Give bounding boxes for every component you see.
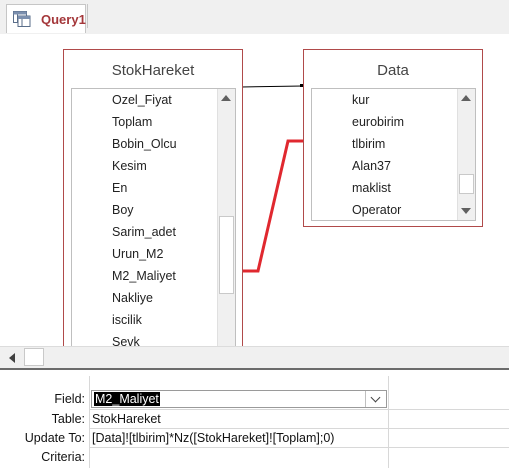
grid-column-divider	[89, 376, 90, 468]
document-tab-strip: Query1	[0, 0, 509, 35]
grid-column-divider	[388, 376, 389, 468]
join-line-thin	[240, 85, 304, 88]
query-icon	[13, 11, 31, 27]
query-design-canvas[interactable]: StokHareket Ozel_Fiyat Toplam Bobin_Olcu…	[0, 34, 509, 346]
vertical-scrollbar[interactable]	[457, 89, 475, 220]
table-cell[interactable]: StokHareket	[92, 410, 161, 428]
pane-splitter[interactable]	[0, 368, 509, 376]
scroll-up-button[interactable]	[458, 89, 475, 107]
tab-label: Query1	[41, 12, 86, 27]
field-item[interactable]: Nakliye	[112, 287, 153, 309]
table-title: Data	[377, 62, 409, 79]
field-item[interactable]: Alan37	[352, 155, 391, 177]
row-label-update-to: Update To:	[24, 431, 85, 445]
chevron-up-icon	[461, 95, 471, 101]
field-item[interactable]: tlbirim	[352, 133, 385, 155]
field-dropdown-value: M2_Maliyet	[94, 392, 160, 406]
vertical-scrollbar[interactable]	[217, 89, 235, 346]
table-stokhareket[interactable]: StokHareket Ozel_Fiyat Toplam Bobin_Olcu…	[63, 49, 243, 346]
horizontal-scrollbar[interactable]	[0, 346, 509, 368]
field-item[interactable]: Ozel_Fiyat	[112, 89, 172, 111]
chevron-left-icon	[9, 353, 15, 363]
update-to-cell[interactable]: [Data]![tlbirim]*Nz([StokHareket]![Topla…	[92, 429, 334, 447]
field-item[interactable]: maklist	[352, 177, 391, 199]
field-dropdown[interactable]: M2_Maliyet	[91, 390, 387, 408]
field-item[interactable]: iscilik	[112, 309, 142, 331]
scroll-thumb[interactable]	[24, 348, 44, 366]
dropdown-button[interactable]	[365, 391, 386, 407]
scroll-up-button[interactable]	[218, 89, 235, 107]
field-item[interactable]: Bobin_Olcu	[112, 133, 177, 155]
chevron-up-icon	[221, 95, 231, 101]
scroll-thumb[interactable]	[219, 216, 234, 294]
chevron-down-icon	[461, 208, 471, 214]
field-list[interactable]: kur eurobirim tlbirim Alan37 maklist Ope…	[311, 88, 476, 221]
field-item[interactable]: Sevk	[112, 331, 140, 346]
field-item[interactable]: Boy	[112, 199, 134, 221]
join-line-update	[235, 139, 304, 273]
table-title: StokHareket	[111, 62, 195, 79]
table-data[interactable]: Data kur eurobirim tlbirim Alan37 maklis…	[303, 49, 483, 227]
tab-query1[interactable]: Query1	[6, 4, 86, 33]
field-item[interactable]: Kesim	[112, 155, 147, 177]
field-item[interactable]: Toplam	[112, 111, 152, 133]
field-item[interactable]: Urun_M2	[112, 243, 163, 265]
field-item[interactable]: Operator	[352, 199, 401, 220]
row-label-table: Table:	[51, 412, 85, 426]
field-list[interactable]: Ozel_Fiyat Toplam Bobin_Olcu Kesim En Bo…	[71, 88, 236, 346]
chevron-down-icon	[370, 392, 381, 403]
field-item[interactable]: M2_Maliyet	[112, 265, 176, 287]
scroll-down-button[interactable]	[458, 202, 475, 220]
criteria-cell[interactable]	[92, 448, 382, 466]
field-item[interactable]: kur	[352, 89, 369, 111]
scroll-thumb[interactable]	[459, 174, 474, 194]
row-label-field: Field:	[54, 392, 85, 406]
tab-divider	[87, 4, 88, 28]
query-design-grid[interactable]: Field: Table: Update To: Criteria: M2_Ma…	[0, 376, 509, 468]
row-label-criteria: Criteria:	[41, 450, 85, 464]
field-item[interactable]: eurobirim	[352, 111, 404, 133]
field-item[interactable]: Sarim_adet	[112, 221, 176, 243]
scroll-left-button[interactable]	[3, 349, 21, 367]
field-item[interactable]: En	[112, 177, 127, 199]
